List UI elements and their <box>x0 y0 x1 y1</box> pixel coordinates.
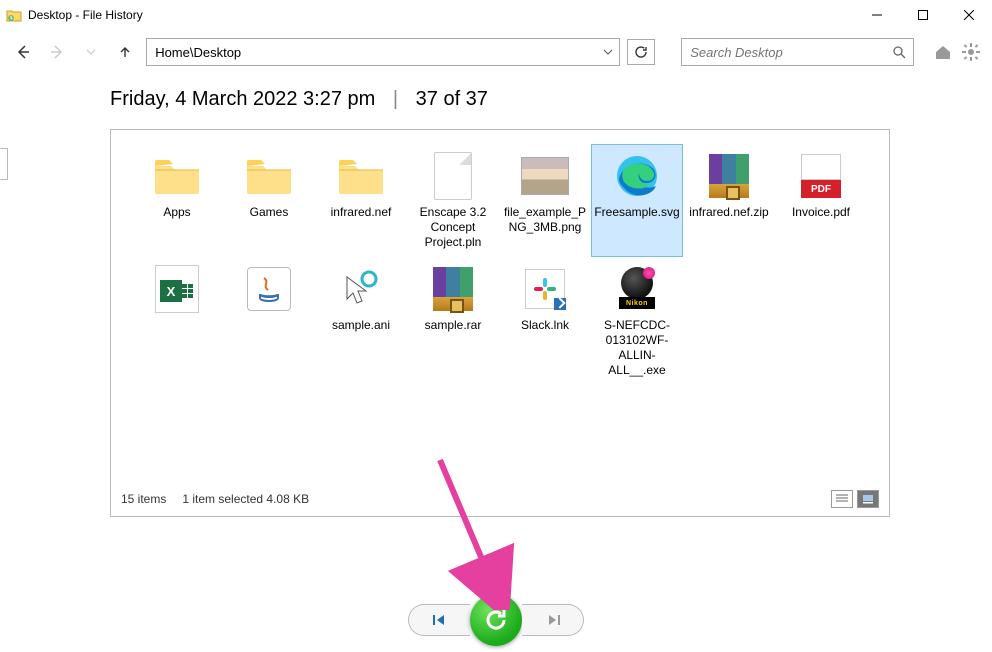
file-label: Apps <box>163 205 190 220</box>
edge-icon <box>612 151 662 201</box>
history-controls <box>0 594 992 646</box>
file-label: infrared.nef.zip <box>689 205 768 220</box>
up-button[interactable] <box>112 38 138 66</box>
search-box[interactable] <box>681 38 914 66</box>
archive-icon <box>428 264 478 314</box>
file-item[interactable]: Freesample.svg <box>591 144 683 257</box>
file-label: file_example_PNG_3MB.png <box>502 205 588 235</box>
version-timestamp: Friday, 4 March 2022 3:27 pm <box>110 88 375 110</box>
file-label: sample.ani <box>332 318 390 333</box>
file-item[interactable] <box>223 257 315 385</box>
cursor-icon <box>336 264 386 314</box>
previous-version-button[interactable] <box>408 604 470 636</box>
file-label: S-NEFCDC-013102WF-ALLIN-ALL__.exe <box>594 318 680 378</box>
file-pane: Apps Games infrared.nef Enscape 3.2 Concept… <box>110 129 890 517</box>
gear-icon[interactable] <box>960 41 982 63</box>
file-item[interactable]: infrared.nef <box>315 144 407 257</box>
file-item[interactable]: sample.ani <box>315 257 407 385</box>
file-item[interactable]: file_example_PNG_3MB.png <box>499 144 591 257</box>
pdf-icon: PDF <box>796 151 846 201</box>
archive-icon <box>704 151 754 201</box>
window-title: Desktop - File History <box>28 8 143 22</box>
forward-button[interactable] <box>44 38 70 66</box>
side-panel-fragment <box>0 148 8 180</box>
search-input[interactable] <box>682 45 885 60</box>
app-icon <box>6 7 22 23</box>
file-item[interactable]: Slack.lnk <box>499 257 591 385</box>
slack-icon <box>520 264 570 314</box>
status-bar: 15 items 1 item selected 4.08 KB <box>121 490 879 508</box>
search-icon[interactable] <box>885 45 913 59</box>
folder-icon <box>244 151 294 201</box>
version-position: 37 of 37 <box>416 88 488 110</box>
address-bar[interactable]: Home\Desktop <box>146 38 620 66</box>
file-item[interactable]: Games <box>223 144 315 257</box>
icons-view-button[interactable] <box>857 490 879 508</box>
file-item[interactable]: infrared.nef.zip <box>683 144 775 257</box>
folder-icon <box>336 151 386 201</box>
address-dropdown[interactable] <box>597 39 619 65</box>
minimize-button[interactable] <box>854 0 900 30</box>
nav-toolbar: Home\Desktop <box>0 30 992 74</box>
file-item[interactable]: X <box>131 257 223 385</box>
nikon-icon: Nikon <box>612 264 662 314</box>
restore-button[interactable] <box>470 594 522 646</box>
file-label: Enscape 3.2 Concept Project.pln <box>410 205 496 250</box>
image-icon <box>520 151 570 201</box>
xlsx-icon: X <box>152 264 202 314</box>
close-button[interactable] <box>946 0 992 30</box>
file-item[interactable]: Enscape 3.2 Concept Project.pln <box>407 144 499 257</box>
file-label: Freesample.svg <box>594 205 679 220</box>
title-bar: Desktop - File History <box>0 0 992 30</box>
file-item[interactable]: PDF Invoice.pdf <box>775 144 867 257</box>
item-count: 15 items <box>121 492 166 506</box>
home-icon[interactable] <box>932 41 954 63</box>
file-label: Games <box>250 205 289 220</box>
details-view-button[interactable] <box>831 490 853 508</box>
back-button[interactable] <box>10 38 36 66</box>
version-header: Friday, 4 March 2022 3:27 pm | 37 of 37 <box>0 74 992 111</box>
separator: | <box>393 88 398 110</box>
file-label: Slack.lnk <box>521 318 569 333</box>
file-label: sample.rar <box>425 318 482 333</box>
file-grid: Apps Games infrared.nef Enscape 3.2 Concept… <box>131 144 869 385</box>
breadcrumb-text: Home\Desktop <box>147 45 597 60</box>
blank-icon <box>428 151 478 201</box>
maximize-button[interactable] <box>900 0 946 30</box>
folder-icon <box>152 151 202 201</box>
file-item[interactable]: NikonS-NEFCDC-013102WF-ALLIN-ALL__.exe <box>591 257 683 385</box>
file-label: Invoice.pdf <box>792 205 850 220</box>
refresh-button[interactable] <box>627 39 655 65</box>
file-label: infrared.nef <box>331 205 392 220</box>
jar-icon <box>244 264 294 314</box>
file-item[interactable]: Apps <box>131 144 223 257</box>
file-item[interactable]: sample.rar <box>407 257 499 385</box>
recent-locations-button[interactable] <box>78 38 104 66</box>
selection-info: 1 item selected 4.08 KB <box>182 492 309 506</box>
next-version-button[interactable] <box>522 604 584 636</box>
